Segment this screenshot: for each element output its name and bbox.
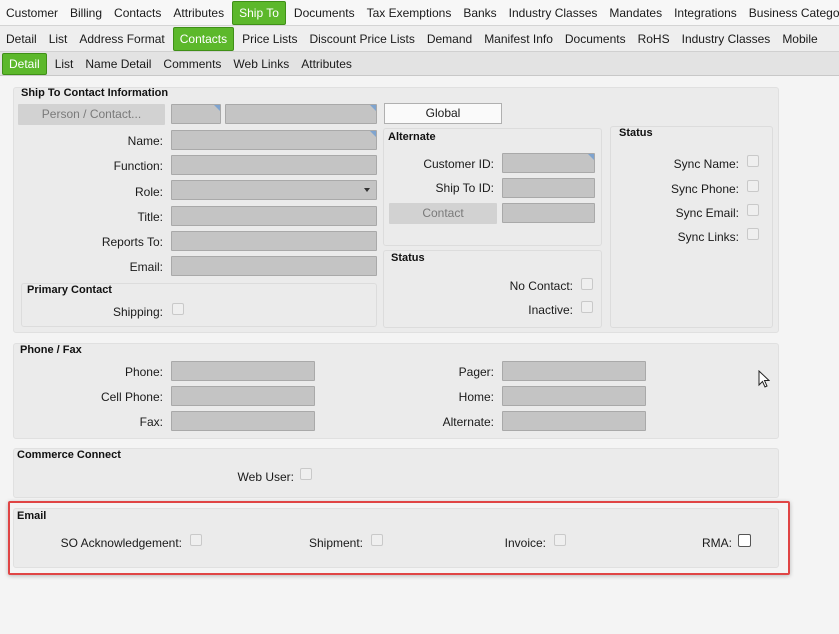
function-field[interactable]	[171, 155, 377, 175]
ship-to-id-field[interactable]	[502, 178, 595, 198]
primary-contact-title: Primary Contact	[27, 284, 112, 296]
subtab-detail[interactable]: Detail	[0, 26, 43, 51]
tab-ship-to[interactable]: Ship To	[232, 0, 286, 25]
customer-id-field[interactable]	[502, 153, 595, 173]
sync-name-label: Sync Name:	[673, 157, 739, 171]
alternate-title: Alternate	[388, 131, 436, 143]
subtab-manifest-info[interactable]: Manifest Info	[478, 26, 559, 51]
name-field[interactable]	[171, 130, 377, 150]
person-name-field[interactable]	[225, 104, 377, 124]
detailtab-list[interactable]: List	[49, 52, 80, 75]
subtab-demand[interactable]: Demand	[421, 26, 478, 51]
status-title-right: Status	[619, 127, 653, 139]
sync-links-label: Sync Links:	[677, 230, 739, 244]
fax-field[interactable]	[171, 411, 315, 431]
status-title-mid: Status	[391, 252, 425, 264]
chevron-down-icon	[364, 188, 370, 192]
pager-label: Pager:	[458, 365, 494, 379]
sync-phone-checkbox[interactable]	[747, 180, 759, 192]
tab-documents[interactable]: Documents	[288, 0, 361, 25]
main-tab-bar: Customer Billing Contacts Attributes Ship To…	[0, 0, 839, 26]
home-label: Home:	[458, 390, 494, 404]
shipping-label: Shipping:	[112, 305, 163, 319]
tab-mandates[interactable]: Mandates	[603, 0, 668, 25]
customer-id-label: Customer ID:	[423, 157, 494, 171]
email-section-highlight	[8, 501, 790, 575]
tab-industry-classes[interactable]: Industry Classes	[503, 0, 604, 25]
subtab-contacts[interactable]: Contacts	[172, 26, 235, 51]
email-field[interactable]	[171, 256, 377, 276]
phone-fax-title: Phone / Fax	[20, 344, 82, 356]
web-user-label: Web User:	[237, 470, 294, 484]
subtab-list[interactable]: List	[43, 26, 74, 51]
no-contact-label: No Contact:	[509, 279, 573, 293]
sub-tab-bar: Detail List Address Format Contacts Price Li…	[0, 26, 839, 52]
inactive-label: Inactive:	[528, 303, 573, 317]
contact-button[interactable]: Contact	[389, 203, 497, 224]
reports-to-label: Reports To:	[101, 235, 163, 249]
detailtab-attributes[interactable]: Attributes	[295, 52, 358, 75]
detailtab-comments[interactable]: Comments	[157, 52, 227, 75]
global-button[interactable]: Global	[384, 103, 502, 124]
detailtab-web-links[interactable]: Web Links	[227, 52, 295, 75]
name-label: Name:	[127, 134, 163, 148]
role-select[interactable]	[171, 180, 377, 200]
sync-email-checkbox[interactable]	[747, 204, 759, 216]
title-field[interactable]	[171, 206, 377, 226]
phone-field[interactable]	[171, 361, 315, 381]
subtab-industry-classes[interactable]: Industry Classes	[676, 26, 777, 51]
tab-banks[interactable]: Banks	[457, 0, 502, 25]
tab-business-category[interactable]: Business Category	[743, 0, 839, 25]
pager-field[interactable]	[502, 361, 646, 381]
ship-to-contact-title: Ship To Contact Information	[21, 87, 169, 99]
no-contact-checkbox[interactable]	[581, 278, 593, 290]
sync-phone-label: Sync Phone:	[670, 182, 739, 196]
detailtab-detail[interactable]: Detail	[2, 52, 47, 75]
person-id-field[interactable]	[171, 104, 221, 124]
cell-phone-label: Cell Phone:	[100, 390, 163, 404]
sync-name-checkbox[interactable]	[747, 155, 759, 167]
tab-attributes[interactable]: Attributes	[167, 0, 230, 25]
cell-phone-field[interactable]	[171, 386, 315, 406]
web-user-checkbox[interactable]	[300, 468, 312, 480]
sync-links-checkbox[interactable]	[747, 228, 759, 240]
detail-tab-bar: Detail List Name Detail Comments Web Links At…	[0, 52, 839, 76]
person-contact-button[interactable]: Person / Contact...	[18, 104, 165, 125]
detailtab-name-detail[interactable]: Name Detail	[79, 52, 157, 75]
tab-tax-exemptions[interactable]: Tax Exemptions	[361, 0, 458, 25]
subtab-address-format[interactable]: Address Format	[73, 26, 170, 51]
sync-email-label: Sync Email:	[675, 206, 739, 220]
alternate-phone-field[interactable]	[502, 411, 646, 431]
commerce-connect-title: Commerce Connect	[17, 449, 121, 461]
phone-label: Phone:	[124, 365, 163, 379]
shipping-checkbox[interactable]	[172, 303, 184, 315]
reports-to-field[interactable]	[171, 231, 377, 251]
mouse-cursor-icon	[758, 370, 770, 388]
tab-contacts[interactable]: Contacts	[108, 0, 167, 25]
tab-billing[interactable]: Billing	[64, 0, 108, 25]
function-label: Function:	[113, 159, 163, 173]
subtab-mobile[interactable]: Mobile	[776, 26, 823, 51]
tab-integrations[interactable]: Integrations	[668, 0, 743, 25]
home-field[interactable]	[502, 386, 646, 406]
commerce-connect-panel	[13, 448, 779, 498]
subtab-rohs[interactable]: RoHS	[632, 26, 676, 51]
fax-label: Fax:	[139, 415, 163, 429]
alternate-contact-field[interactable]	[502, 203, 595, 223]
subtab-discount-price-lists[interactable]: Discount Price Lists	[303, 26, 420, 51]
alternate-phone-label: Alternate:	[442, 415, 494, 429]
email-label: Email:	[129, 260, 163, 274]
inactive-checkbox[interactable]	[581, 301, 593, 313]
subtab-documents[interactable]: Documents	[559, 26, 632, 51]
tab-customer[interactable]: Customer	[0, 0, 64, 25]
ship-to-id-label: Ship To ID:	[435, 181, 494, 195]
title-label: Title:	[137, 210, 163, 224]
subtab-price-lists[interactable]: Price Lists	[236, 26, 303, 51]
role-label: Role:	[134, 185, 163, 199]
